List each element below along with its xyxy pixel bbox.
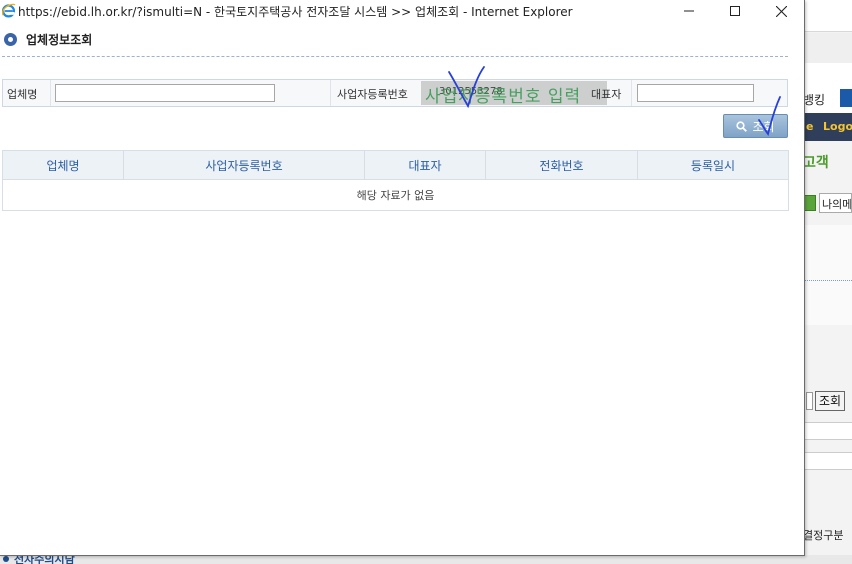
- section-header: 업체정보조회: [4, 31, 92, 48]
- bg-bottom-link[interactable]: 전자수의시담: [14, 555, 75, 564]
- cell-divider: [631, 80, 632, 106]
- bullet-icon: [4, 33, 17, 46]
- column-header-company: 업체명: [2, 150, 124, 180]
- table-row: 해당 자료가 없음: [2, 179, 789, 211]
- column-header-registered: 등록일시: [637, 150, 789, 180]
- search-form: 업체명 사업자등록번호 3012553278 대표자: [2, 79, 788, 107]
- bg-row: [805, 452, 852, 470]
- minimize-button[interactable]: [666, 0, 712, 22]
- empty-message: 해당 자료가 없음: [2, 179, 789, 211]
- bg-search-button[interactable]: 조회: [815, 391, 845, 411]
- cell-divider: [330, 80, 331, 106]
- maximize-button[interactable]: [712, 0, 758, 22]
- magnifier-icon: [736, 120, 748, 132]
- bullet-icon: [3, 556, 9, 562]
- popup-window: https://ebid.lh.or.kr/?ismulti=N - 한국토지주…: [0, 0, 805, 556]
- window-title: https://ebid.lh.or.kr/?ismulti=N - 한국토지주…: [18, 5, 573, 19]
- bg-band: [805, 33, 852, 63]
- representative-input[interactable]: [637, 84, 754, 102]
- company-name-input[interactable]: [55, 84, 275, 102]
- search-button-label: 조회: [752, 119, 775, 134]
- maximize-icon: [730, 6, 740, 16]
- bg-logout-link[interactable]: Logou: [823, 120, 852, 133]
- minimize-icon: [684, 10, 694, 12]
- close-button[interactable]: [758, 0, 804, 22]
- bg-topbar: [805, 0, 852, 32]
- company-name-label: 업체명: [7, 88, 38, 101]
- column-header-reg-no: 사업자등록번호: [123, 150, 365, 180]
- annotation-text: 사업자등록번호 입력: [425, 87, 582, 107]
- representative-label: 대표자: [591, 88, 622, 101]
- bg-row: [805, 422, 852, 440]
- column-header-phone: 전화번호: [485, 150, 638, 180]
- title-bar[interactable]: https://ebid.lh.or.kr/?ismulti=N - 한국토지주…: [0, 0, 804, 22]
- bg-menu-item[interactable]: e: [806, 120, 813, 133]
- page-title: 업체정보조회: [26, 33, 93, 47]
- title-divider: [2, 56, 788, 57]
- bank-logo-icon: [840, 89, 852, 107]
- results-table: 업체명 사업자등록번호 대표자 전화번호 등록일시 해당 자료가 없음: [2, 150, 789, 211]
- internet-explorer-icon: [1, 3, 16, 18]
- column-header-representative: 대표자: [364, 150, 486, 180]
- bg-decision-label: 결정구분: [803, 529, 844, 542]
- search-button[interactable]: 조회: [723, 114, 788, 138]
- bg-customer-service[interactable]: 고객: [803, 152, 829, 172]
- cell-divider: [50, 80, 51, 106]
- bg-bottom-bar: 전자수의시담: [0, 555, 852, 564]
- close-icon: [775, 5, 787, 17]
- bg-panel: [805, 225, 852, 325]
- bg-mypage-select[interactable]: 나의메: [819, 193, 852, 213]
- bg-input[interactable]: [806, 392, 813, 410]
- table-header-row: 업체명 사업자등록번호 대표자 전화번호 등록일시: [2, 150, 789, 180]
- bg-banking-link[interactable]: 뱅킹: [803, 91, 825, 108]
- bg-divider: [805, 280, 852, 281]
- reg-no-label: 사업자등록번호: [337, 88, 408, 101]
